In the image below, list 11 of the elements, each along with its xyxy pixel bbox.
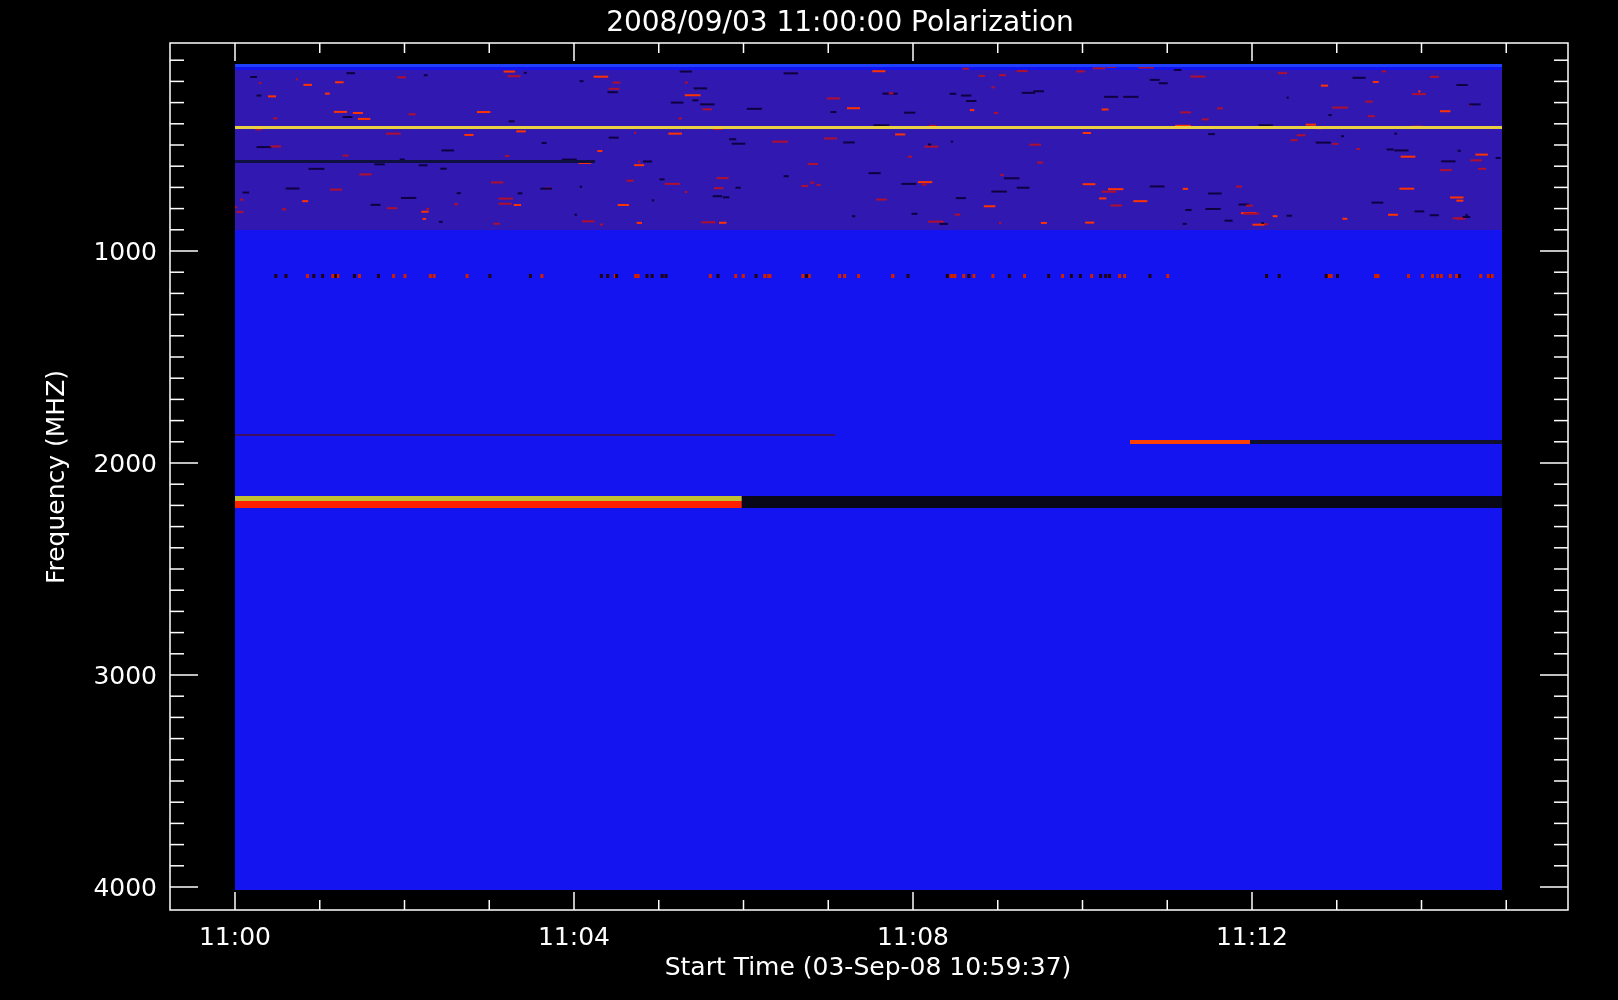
tick-label: 1000 bbox=[93, 237, 157, 266]
tick-label: 11:12 bbox=[1216, 922, 1288, 951]
axis-title: Frequency (MHZ) bbox=[41, 369, 70, 585]
tick-label: 3000 bbox=[93, 661, 157, 690]
chart-title: 2008/09/03 11:00:00 Polarization bbox=[606, 5, 1074, 38]
tick-label: 11:08 bbox=[877, 922, 949, 951]
tick-label: 11:04 bbox=[538, 922, 610, 951]
tick-label: 4000 bbox=[93, 873, 157, 902]
tick-label: 11:00 bbox=[199, 922, 271, 951]
tick-label: 2000 bbox=[93, 449, 157, 478]
axis-title: Start Time (03-Sep-08 10:59:37) bbox=[664, 952, 1072, 981]
